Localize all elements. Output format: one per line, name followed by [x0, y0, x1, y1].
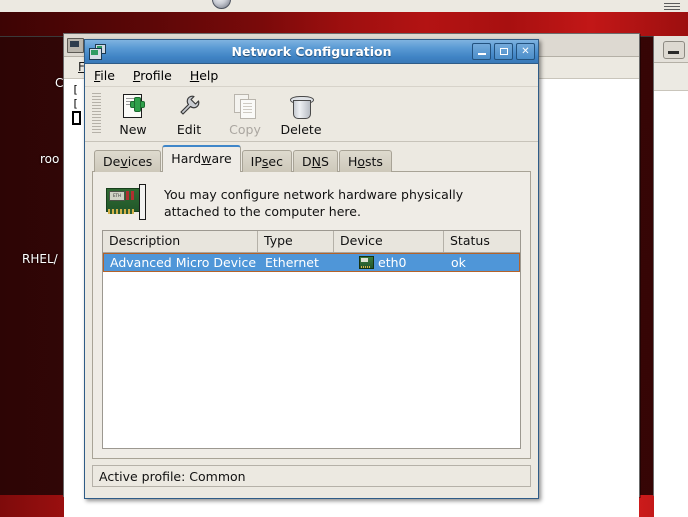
status-bar: Active profile: Common	[92, 465, 531, 487]
network-card-icon: ETH	[106, 184, 152, 220]
column-header-type[interactable]: Type	[258, 231, 334, 252]
cell-device-label: eth0	[378, 255, 407, 270]
window-titlebar[interactable]: Network Configuration ✕	[85, 40, 538, 64]
tab-dns[interactable]: DNS	[293, 150, 338, 172]
terminal-icon	[67, 37, 84, 53]
network-config-icon	[89, 43, 106, 60]
cell-description: Advanced Micro Device	[110, 255, 257, 270]
new-button[interactable]: New	[105, 91, 161, 137]
toolbar[interactable]: New Edit Copy Delete	[85, 87, 538, 142]
copy-button-label: Copy	[229, 122, 261, 137]
column-header-status[interactable]: Status	[444, 231, 520, 252]
hardware-info-line-1: You may configure network hardware physi…	[164, 187, 464, 202]
tab-hosts[interactable]: Ho sts	[338, 150, 392, 172]
window-controls[interactable]: ✕	[472, 43, 535, 60]
column-header-device[interactable]: Device	[334, 231, 444, 252]
cell-device: eth0	[335, 255, 445, 270]
toolbar-grip[interactable]	[92, 93, 101, 133]
hardware-info-line-2: attached to the computer here.	[164, 204, 361, 219]
tab-hardware[interactable]: Hard w are	[162, 145, 241, 172]
minimize-button[interactable]	[472, 43, 491, 60]
ethernet-card-icon	[359, 256, 374, 269]
delete-button[interactable]: Delete	[273, 91, 329, 137]
desktop-background: C roo RHEL/ F [ r [ r Network Configurat…	[0, 0, 688, 517]
hardware-list-body[interactable]: Advanced Micro Device Ethernet eth0 ok	[103, 253, 520, 448]
desktop-label-rhel: RHEL/	[22, 252, 58, 266]
network-configuration-window[interactable]: Network Configuration ✕ File Profile Hel…	[84, 39, 539, 499]
notebook[interactable]: Devices Hardware IPsec DNS Hosts	[85, 142, 538, 459]
menu-file[interactable]: File	[94, 68, 115, 83]
menu-profile[interactable]: Profile	[133, 68, 172, 83]
close-icon: ✕	[521, 45, 530, 57]
new-icon	[120, 93, 146, 119]
tab-devices[interactable]: De v ices	[94, 150, 162, 172]
new-button-label: New	[119, 122, 147, 137]
window-title: Network Configuration	[231, 44, 392, 59]
active-profile-text: Active profile: Common	[99, 468, 246, 484]
hardware-tab-panel: ETH You may configure network hardware p…	[92, 171, 531, 459]
delete-button-label: Delete	[280, 122, 322, 137]
menu-help[interactable]: Help	[190, 68, 219, 83]
desktop-label-root: roo	[40, 152, 60, 166]
background-window-minimize-button[interactable]	[663, 41, 685, 59]
maximize-button[interactable]	[494, 43, 513, 60]
background-window-right[interactable]	[653, 36, 688, 517]
hardware-info-row: ETH You may configure network hardware p…	[102, 182, 521, 230]
edit-icon	[176, 93, 202, 119]
terminal-cursor	[72, 111, 81, 125]
delete-icon	[288, 93, 314, 119]
panel-menu-icon[interactable]	[664, 1, 680, 10]
copy-button: Copy	[217, 91, 273, 137]
copy-icon	[232, 93, 258, 119]
tab-list[interactable]: De v ices Hard w are IP s ec DNS Ho sts	[92, 145, 531, 172]
background-window-toolbar	[654, 63, 688, 91]
edit-button[interactable]: Edit	[161, 91, 217, 137]
menubar[interactable]: File Profile Help	[85, 64, 538, 87]
background-window-body	[654, 63, 688, 517]
cell-status: ok	[451, 255, 466, 270]
edit-button-label: Edit	[176, 122, 202, 137]
column-header-description[interactable]: Description	[103, 231, 258, 252]
panel-round-icon[interactable]	[212, 0, 231, 9]
hardware-info-text: You may configure network hardware physi…	[164, 184, 463, 220]
hardware-list[interactable]: Description Type Device Status Advanced …	[102, 230, 521, 449]
tab-ipsec[interactable]: IP s ec	[241, 150, 292, 172]
cell-type: Ethernet	[265, 255, 319, 270]
background-window-titlebar[interactable]	[654, 36, 688, 63]
table-row[interactable]: Advanced Micro Device Ethernet eth0 ok	[103, 253, 520, 272]
hardware-list-header[interactable]: Description Type Device Status	[103, 231, 520, 253]
close-button[interactable]: ✕	[516, 43, 535, 60]
